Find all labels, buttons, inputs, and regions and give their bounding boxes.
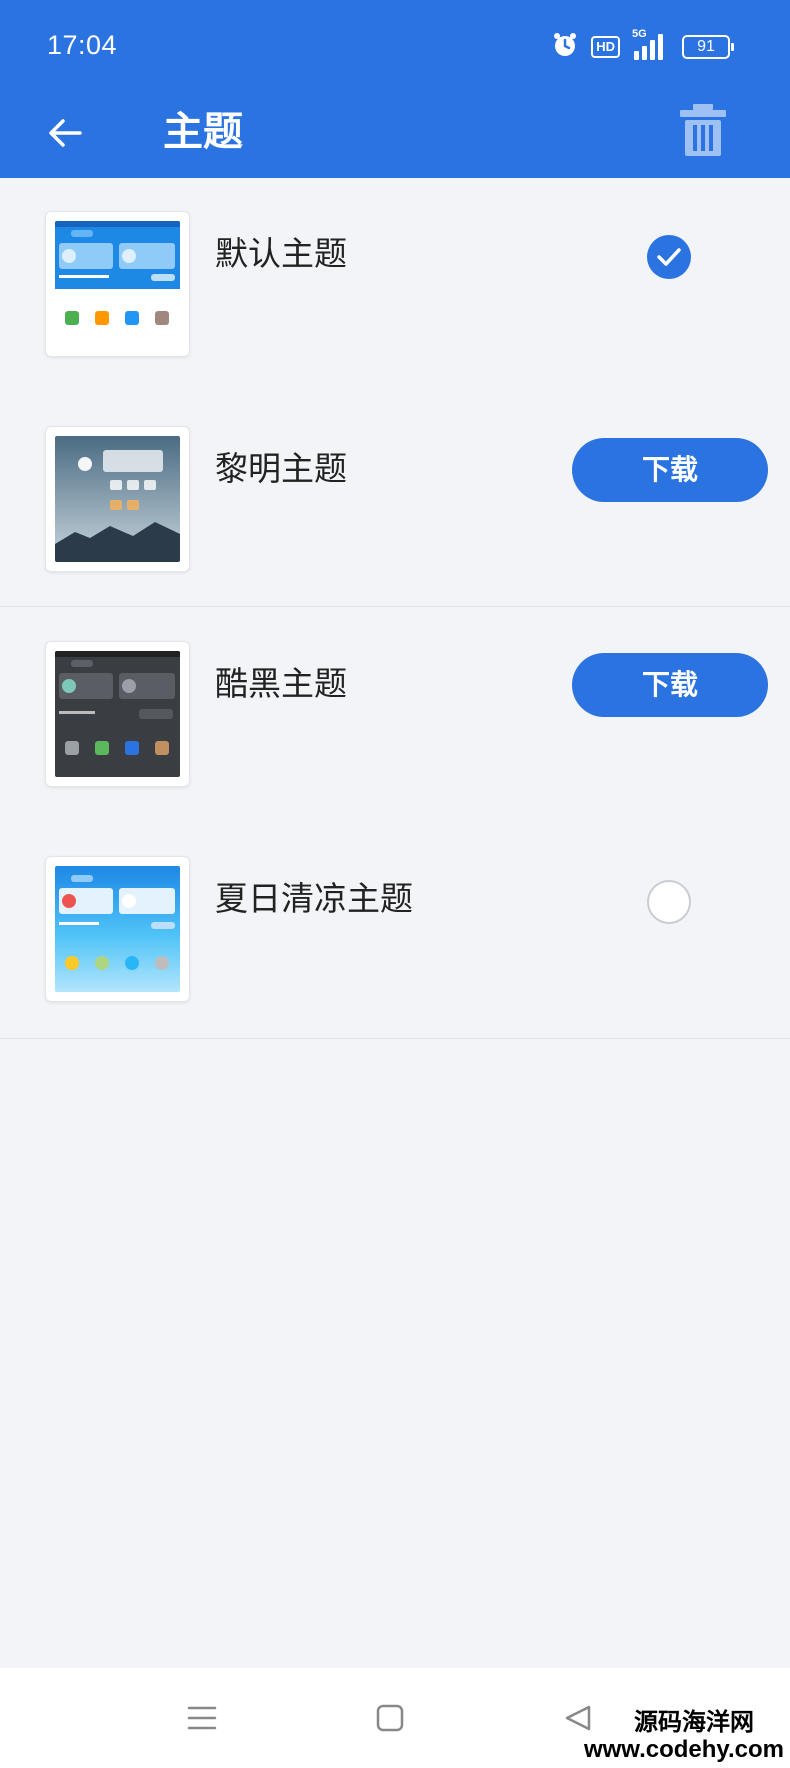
back-button[interactable] [40,108,90,158]
theme-row-dark[interactable]: 酷黑主题 下载 [0,608,790,823]
signal-icon: 5G [632,28,670,62]
divider [0,606,790,607]
battery-icon: 91 [682,35,734,59]
theme-name: 默认主题 [215,234,347,273]
download-button[interactable]: 下载 [572,438,768,502]
hd-icon: HD [591,36,620,58]
theme-row-default[interactable]: 默认主题 [0,178,790,393]
theme-preview-summer [45,856,190,1002]
unselected-radio[interactable] [647,880,691,924]
status-bar: 17:04 HD 5G 91 [0,0,790,90]
watermark-site-name: 源码海洋网 [634,1708,754,1736]
theme-name: 酷黑主题 [215,664,347,703]
network-type: 5G [632,28,647,40]
app-bar: 主题 [0,90,790,178]
theme-name: 黎明主题 [215,449,347,488]
recents-button[interactable] [182,1698,222,1738]
arrow-left-icon [49,119,82,147]
status-icons: HD 5G 91 [551,28,734,64]
theme-row-summer[interactable]: 夏日清凉主题 [0,823,790,1038]
trash-icon [680,104,726,156]
home-icon [376,1704,404,1732]
menu-icon [187,1706,217,1730]
watermark-url: www.codehy.com [583,1736,784,1763]
theme-preview-default [45,211,190,357]
selected-check[interactable] [647,235,691,279]
theme-name: 夏日清凉主题 [215,879,413,918]
delete-button[interactable] [676,100,730,160]
download-button[interactable]: 下载 [572,653,768,717]
status-time: 17:04 [47,30,118,60]
system-nav-bar: 源码海洋网 www.codehy.com [0,1668,790,1768]
watermark: 源码海洋网 www.codehy.com [584,1708,784,1764]
divider [0,1038,790,1039]
theme-preview-dark [45,641,190,787]
theme-row-dawn[interactable]: 黎明主题 下载 [0,393,790,608]
check-icon [657,248,681,266]
theme-preview-dawn [45,426,190,572]
page-title: 主题 [163,109,243,155]
home-button[interactable] [370,1698,410,1738]
top-bar: 17:04 HD 5G 91 主题 [0,0,790,178]
alarm-icon [551,31,579,63]
